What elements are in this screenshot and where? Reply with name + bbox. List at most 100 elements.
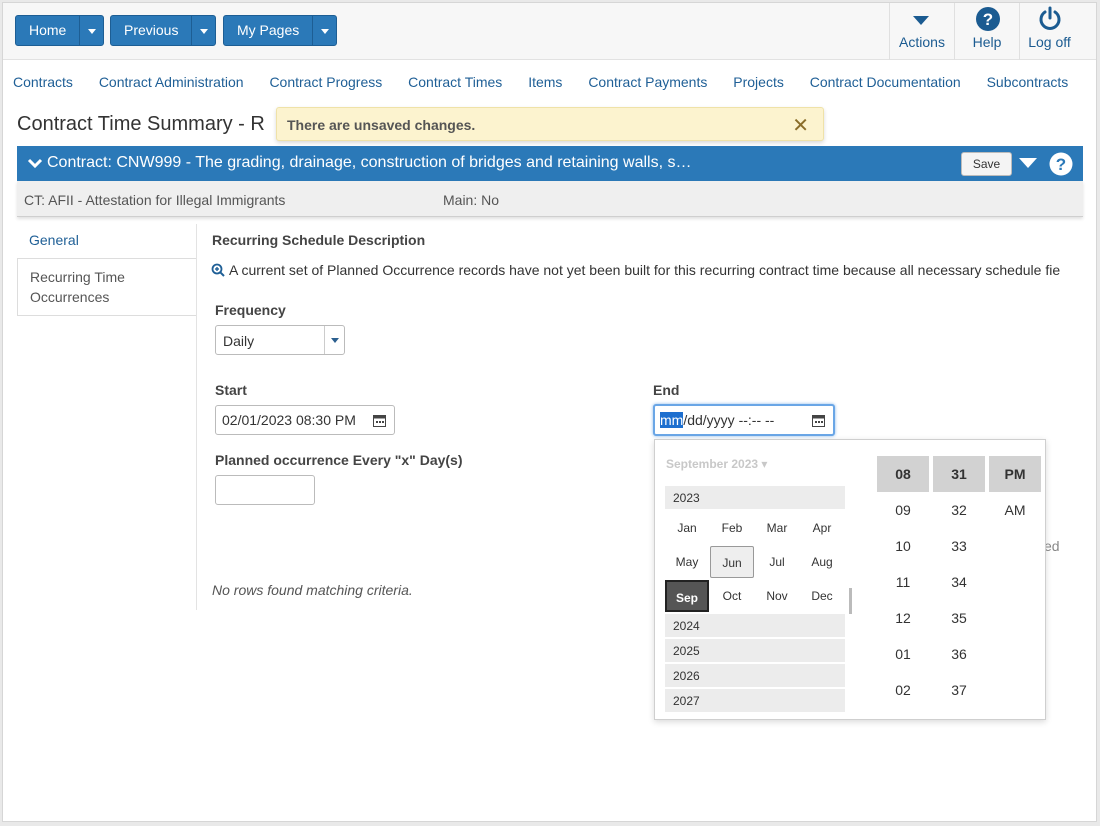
mypages-split-button[interactable]: My Pages: [223, 15, 338, 46]
actions-button[interactable]: Actions: [889, 3, 954, 60]
tab-general[interactable]: General: [17, 224, 196, 256]
frequency-label: Frequency: [215, 302, 286, 318]
main-nav: Contracts Contract Administration Contra…: [13, 74, 1090, 96]
picker-ampm-pm[interactable]: PM: [989, 456, 1041, 492]
unsaved-message: There are unsaved changes.: [287, 117, 476, 133]
actions-label: Actions: [899, 34, 945, 50]
nav-contract-payments[interactable]: Contract Payments: [588, 74, 707, 90]
picker-minute-37[interactable]: 37: [933, 672, 985, 708]
picker-scrollbar[interactable]: [849, 588, 852, 614]
picker-month-header[interactable]: September 2023 ▾: [666, 457, 767, 471]
previous-split-button[interactable]: Previous: [110, 15, 217, 46]
picker-minute-32[interactable]: 32: [933, 492, 985, 528]
chevron-down-icon[interactable]: [26, 154, 44, 172]
help-button[interactable]: ? Help: [954, 3, 1019, 60]
nav-contract-documentation[interactable]: Contract Documentation: [810, 74, 961, 90]
app-window: Home Previous My Pages Actions ? Help Lo…: [2, 2, 1097, 822]
caret-down-icon[interactable]: [1018, 157, 1038, 169]
frequency-select[interactable]: Daily: [215, 325, 345, 355]
picker-month-jan[interactable]: Jan: [665, 512, 709, 544]
picker-month-aug[interactable]: Aug: [800, 546, 844, 578]
picker-ampm-am[interactable]: AM: [989, 492, 1041, 528]
every-x-days-input[interactable]: [215, 475, 315, 505]
close-icon[interactable]: ✕: [792, 113, 809, 138]
picker-minute-33[interactable]: 33: [933, 528, 985, 564]
picker-year-2025[interactable]: 2025: [665, 639, 845, 663]
nav-subcontracts[interactable]: Subcontracts: [987, 74, 1069, 90]
no-rows-message: No rows found matching criteria.: [212, 582, 413, 598]
help-label: Help: [972, 34, 1002, 50]
calendar-icon[interactable]: [812, 414, 825, 427]
contract-main-flag: Main: No: [443, 192, 500, 208]
nav-contract-progress[interactable]: Contract Progress: [269, 74, 382, 90]
nav-contract-times[interactable]: Contract Times: [408, 74, 502, 90]
end-label: End: [653, 382, 680, 398]
top-toolbar: Home Previous My Pages Actions ? Help Lo…: [3, 3, 1096, 60]
picker-year-current[interactable]: 2023: [665, 486, 845, 510]
picker-month-mar[interactable]: Mar: [755, 512, 799, 544]
mypages-button[interactable]: My Pages: [224, 16, 312, 45]
mypages-dropdown-icon[interactable]: [312, 16, 336, 45]
picker-month-feb[interactable]: Feb: [710, 512, 754, 544]
left-tabs: General Recurring Time Occurrences: [17, 224, 197, 610]
picker-hour-09[interactable]: 09: [877, 492, 929, 528]
obscured-text-fragment: ed: [1044, 538, 1060, 554]
help-icon: ?: [955, 3, 1019, 33]
home-button[interactable]: Home: [16, 16, 79, 45]
picker-minute-35[interactable]: 35: [933, 600, 985, 636]
home-dropdown-icon[interactable]: [79, 16, 103, 45]
picker-month-jul[interactable]: Jul: [755, 546, 799, 578]
end-rest-segments[interactable]: /dd/yyyy --:-- --: [683, 412, 774, 428]
svg-text:?: ?: [983, 10, 993, 29]
picker-month-may[interactable]: May: [665, 546, 709, 578]
caret-down-icon: ▾: [761, 457, 768, 471]
picker-month-nov[interactable]: Nov: [755, 580, 799, 612]
start-label: Start: [215, 382, 247, 398]
previous-dropdown-icon[interactable]: [191, 16, 215, 45]
contract-title: Contract: CNW999 - The grading, drainage…: [47, 154, 692, 171]
picker-hour-11[interactable]: 11: [877, 564, 929, 600]
picker-year-2026[interactable]: 2026: [665, 664, 845, 688]
home-split-button[interactable]: Home: [15, 15, 105, 46]
help-icon[interactable]: ?: [1049, 152, 1073, 176]
nav-contract-administration[interactable]: Contract Administration: [99, 74, 244, 90]
picker-hour-01[interactable]: 01: [877, 636, 929, 672]
picker-month-sep[interactable]: Sep: [665, 580, 709, 612]
picker-month-apr[interactable]: Apr: [800, 512, 844, 544]
picker-hour-10[interactable]: 10: [877, 528, 929, 564]
end-month-segment[interactable]: mm: [660, 412, 684, 428]
logoff-button[interactable]: Log off: [1019, 3, 1079, 60]
previous-button[interactable]: Previous: [111, 16, 191, 45]
datetime-picker: September 2023 ▾ 2023 Jan Feb Mar Apr Ma…: [654, 439, 1046, 720]
picker-minute-34[interactable]: 34: [933, 564, 985, 600]
save-button[interactable]: Save: [961, 152, 1012, 176]
picker-hour-08[interactable]: 08: [877, 456, 929, 492]
contract-header: Contract: CNW999 - The grading, drainage…: [17, 146, 1083, 181]
info-message: A current set of Planned Occurrence reco…: [211, 262, 1061, 278]
unsaved-changes-alert: There are unsaved changes. ✕: [276, 107, 824, 141]
nav-contracts[interactable]: Contracts: [13, 74, 73, 90]
picker-year-2024[interactable]: 2024: [665, 614, 845, 638]
caret-down-icon: [890, 3, 954, 33]
picker-month-jun[interactable]: Jun: [710, 546, 754, 578]
picker-month-oct[interactable]: Oct: [710, 580, 754, 612]
picker-month-dec[interactable]: Dec: [800, 580, 844, 612]
zoom-in-icon[interactable]: [211, 263, 225, 277]
end-datetime-input[interactable]: mm/dd/yyyy --:-- --: [653, 404, 835, 436]
chevron-down-icon[interactable]: [324, 326, 344, 354]
contract-subheader: CT: AFII - Attestation for Illegal Immig…: [17, 181, 1083, 217]
picker-minute-36[interactable]: 36: [933, 636, 985, 672]
page-title: Contract Time Summary - R: [17, 113, 265, 135]
nav-projects[interactable]: Projects: [733, 74, 784, 90]
tab-recurring-time-occurrences[interactable]: Recurring Time Occurrences: [17, 258, 196, 316]
every-x-days-label: Planned occurrence Every "x" Day(s): [215, 452, 463, 468]
nav-items[interactable]: Items: [528, 74, 562, 90]
picker-hour-12[interactable]: 12: [877, 600, 929, 636]
start-datetime-input[interactable]: 02/01/2023 08:30 PM: [215, 405, 395, 435]
calendar-icon[interactable]: [373, 414, 386, 427]
picker-minute-31[interactable]: 31: [933, 456, 985, 492]
info-text: A current set of Planned Occurrence reco…: [229, 262, 1061, 278]
power-icon: [1020, 3, 1079, 33]
picker-hour-02[interactable]: 02: [877, 672, 929, 708]
picker-year-2027[interactable]: 2027: [665, 689, 845, 713]
